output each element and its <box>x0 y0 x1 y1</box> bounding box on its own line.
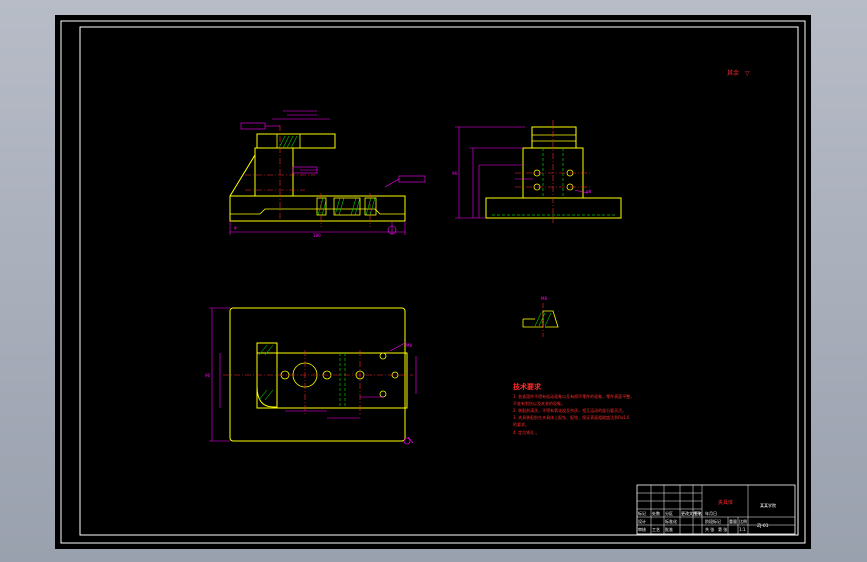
tech-req-line: 不准有划伤以及夹紧的现象。 <box>513 400 565 406</box>
title-block[interactable]: 夹具体 某某学院 ZJ-01 标记 处数 分区 更改文件号 签名 年月日 设计 … <box>636 484 796 535</box>
drawing-canvas[interactable]: 其余 ▽ φ 180 96 φ8 96 M8 M8 技术要求 1. 各紧固件不得… <box>55 15 811 549</box>
tb-cell: 设计 <box>638 518 646 524</box>
tb-cell: 工艺 <box>652 527 660 532</box>
tech-req-line: 3. 夹具装配前在夹具体上配钻、配铰，保证表面粗糙度达到Ra1.6 <box>513 414 630 420</box>
side-clamp <box>531 126 577 149</box>
front-clamp <box>256 133 336 149</box>
top-view[interactable]: 96 M8 <box>205 307 417 445</box>
tb-cell: 1:1 <box>739 527 746 532</box>
tb-cell: 共 张 <box>705 526 714 532</box>
tb-cell: 年月日 <box>705 510 717 516</box>
outer-border <box>60 20 806 544</box>
side-view[interactable]: 96 φ8 <box>452 120 622 223</box>
tb-cell: 阶段标记 <box>705 518 721 524</box>
front-base <box>229 195 406 222</box>
front-column <box>254 147 294 197</box>
svg-text:96: 96 <box>205 373 211 378</box>
front-view[interactable]: φ 180 <box>229 110 426 238</box>
company-name: 某某学院 <box>760 502 776 508</box>
tech-req-line: 1. 各紧固件不得有松动现象以及有损坏零件的现象，零件表面平整， <box>513 393 634 399</box>
tb-cell: 比例 <box>739 518 747 524</box>
drawing-name: 夹具体 <box>718 499 733 506</box>
tb-cell: 重量 <box>729 518 737 524</box>
tech-req-line: 2. 装配前清洗，不得有氧化皮及杂质，相互运动的部分要灵活。 <box>513 407 626 413</box>
svg-text:180: 180 <box>313 233 321 238</box>
tb-cell: 签名 <box>694 510 702 516</box>
cad-drawing: 其余 ▽ φ 180 96 φ8 96 M8 M8 技术要求 1. 各紧固件不得… <box>60 20 806 544</box>
tech-req-heading: 技术要求 <box>513 382 542 391</box>
svg-text:φ: φ <box>234 225 237 230</box>
svg-text:M8: M8 <box>406 343 412 348</box>
corner-note: 其余 <box>727 69 739 77</box>
tb-cell: 处数 <box>652 510 660 516</box>
top-plate <box>229 307 406 442</box>
svg-text:M8: M8 <box>541 296 547 301</box>
detail-view[interactable]: M8 <box>522 296 559 337</box>
tb-cell: 批准 <box>665 526 673 532</box>
tb-cell: 第 张 <box>718 526 727 532</box>
tech-req-line: 的要求。 <box>513 421 529 427</box>
tb-cell: 分区 <box>665 510 673 516</box>
tb-cell: 标准化 <box>665 518 677 524</box>
tb-cell: 标记 <box>638 510 646 516</box>
tb-cell: 审核 <box>638 526 646 532</box>
inner-border <box>79 26 799 536</box>
drawing-number: ZJ-01 <box>757 523 769 529</box>
top-body <box>256 352 408 409</box>
technical-requirements: 技术要求 1. 各紧固件不得有松动现象以及有损坏零件的现象，零件表面平整， 不准… <box>513 382 634 435</box>
svg-text:φ8: φ8 <box>586 189 592 194</box>
svg-text:96: 96 <box>452 171 458 176</box>
roughness-symbol: ▽ <box>745 70 750 77</box>
tech-req-line: 4. 定位销孔 。 <box>513 429 539 435</box>
